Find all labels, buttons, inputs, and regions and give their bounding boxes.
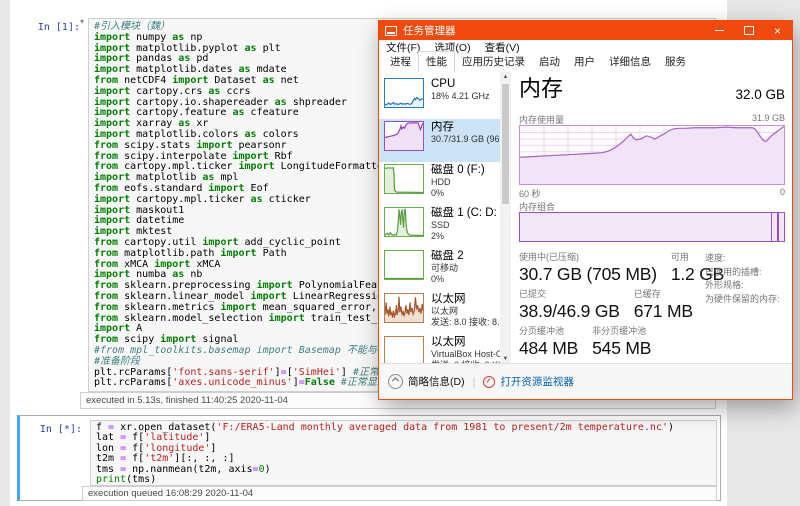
sidebar-item-ethernet1[interactable]: 以太网 以太网 发送: 8.0 接收: 8.0 K: [379, 291, 500, 334]
memory-composition-bar: [519, 212, 785, 242]
cell1-prompt: In [1]:: [28, 22, 80, 33]
hardware-info: 速度: 已使用的插槽: 外形规格: 为硬件保留的内存:: [705, 252, 787, 306]
hardware-reserved-label: 为硬件保留的内存:: [705, 293, 787, 307]
cached-value: 671 MB: [634, 300, 693, 323]
memory-usage-chart: [519, 125, 785, 185]
paged-pool-label: 分页缓冲池: [519, 326, 578, 337]
disk0-mini-graph: [384, 164, 424, 194]
tab-users[interactable]: 用户: [567, 52, 602, 72]
resource-monitor-icon: [483, 376, 495, 388]
sidebar-item-memory[interactable]: 内存 30.7/31.9 GB (96%): [379, 119, 500, 162]
non-paged-pool-value: 545 MB: [592, 337, 651, 360]
committed-label: 已提交: [519, 289, 620, 300]
in-use-value: 30.7 GB (705 MB): [519, 263, 657, 286]
tab-services[interactable]: 服务: [658, 52, 693, 72]
sidebar-item-disk1[interactable]: 磁盘 1 (C: D: E: SSD 2%: [379, 205, 500, 248]
cell-collapse-caret-icon[interactable]: ▾: [80, 17, 84, 26]
close-button[interactable]: ×: [763, 21, 792, 40]
disk1-mini-graph: [384, 207, 424, 237]
tabbar: 进程 性能 应用历史记录 启动 用户 详细信息 服务: [379, 54, 792, 73]
memory-detail-panel: 内存 32.0 GB 内存使用量 31.9 GB 60 秒 0 内存组合: [517, 72, 787, 364]
sidebar-item-disk0[interactable]: 磁盘 0 (F:) HDD 0%: [379, 162, 500, 205]
committed-value: 38.9/46.9 GB: [519, 300, 620, 323]
titlebar[interactable]: 任务管理器 ×: [379, 21, 792, 40]
sidebar-item-disk2[interactable]: 磁盘 2 可移动 0%: [379, 248, 500, 291]
cell2-prompt: In [*]:: [30, 424, 82, 435]
maximize-icon: [744, 26, 754, 35]
memory-capacity: 32.0 GB: [735, 87, 785, 102]
fewer-details-toggle[interactable]: 简略信息(D): [408, 374, 465, 389]
scroll-up-icon[interactable]: ▲: [500, 72, 511, 82]
open-resource-monitor-link[interactable]: 打开资源监视器: [500, 374, 574, 389]
memory-title: 内存: [519, 76, 563, 102]
sidebar-scrollbar[interactable]: ▲ ▼: [500, 72, 511, 364]
minimize-icon: [715, 30, 724, 31]
performance-sidebar: CPU 18% 4.21 GHz 内存 30.7/31.9 GB (96%) 磁…: [379, 72, 511, 364]
task-manager-icon: [385, 26, 397, 36]
tab-performance[interactable]: 性能: [418, 51, 455, 73]
minimize-button[interactable]: [705, 21, 734, 40]
in-use-label: 使用中(已压缩): [519, 252, 657, 263]
ethernet2-mini-graph: [384, 336, 424, 364]
non-paged-pool-label: 非分页缓冲池: [592, 326, 651, 337]
memory-mini-graph: [384, 121, 424, 151]
cached-label: 已缓存: [634, 289, 693, 300]
notebook-left-gutter: [0, 0, 10, 506]
task-manager-window: 任务管理器 × 文件(F) 选项(O) 查看(V) 进程 性能 应用历史记录 启…: [378, 20, 793, 400]
form-factor-label: 外形规格:: [705, 279, 787, 293]
performance-panel: CPU 18% 4.21 GHz 内存 30.7/31.9 GB (96%) 磁…: [379, 72, 792, 364]
screen: In [1]: ▾ #引入模块（魏）import numpy as npimpo…: [0, 0, 800, 506]
selected-cell[interactable]: In [*]: f = xr.open_dataset('F:/ERA5-Lan…: [17, 415, 721, 501]
sidebar-item-ethernet2[interactable]: 以太网 VirtualBox Host-On 发送: 0 接收: 0 Kb: [379, 334, 500, 364]
paged-pool-value: 484 MB: [519, 337, 578, 360]
cell2-exec-status: execution queued 16:08:29 2020-11-04: [82, 486, 717, 501]
footer-divider: |: [473, 376, 476, 388]
ethernet1-mini-graph: [384, 293, 424, 323]
maximize-button[interactable]: [734, 21, 763, 40]
scrollbar-thumb[interactable]: [502, 84, 509, 204]
cpu-mini-graph: [384, 78, 424, 108]
speed-label: 速度:: [705, 252, 787, 266]
window-title: 任务管理器: [403, 23, 705, 38]
sidebar-item-cpu[interactable]: CPU 18% 4.21 GHz: [379, 76, 500, 119]
slots-used-label: 已使用的插槽:: [705, 266, 787, 280]
tab-app-history[interactable]: 应用历史记录: [455, 52, 532, 72]
memory-stats: 使用中(已压缩) 30.7 GB (705 MB) 可用 1.2 GB 已提交 …: [519, 252, 701, 363]
x-axis-right-label: 0: [780, 187, 785, 200]
tab-processes[interactable]: 进程: [383, 52, 418, 72]
cell2-code-editor[interactable]: f = xr.open_dataset('F:/ERA5-Land monthl…: [90, 420, 717, 486]
tab-details[interactable]: 详细信息: [602, 52, 658, 72]
fewer-details-icon: [388, 374, 403, 389]
tab-startup[interactable]: 启动: [532, 52, 567, 72]
disk2-mini-graph: [384, 250, 424, 280]
x-axis-left-label: 60 秒: [519, 187, 541, 200]
statusbar: 简略信息(D) | 打开资源监视器: [379, 363, 792, 399]
